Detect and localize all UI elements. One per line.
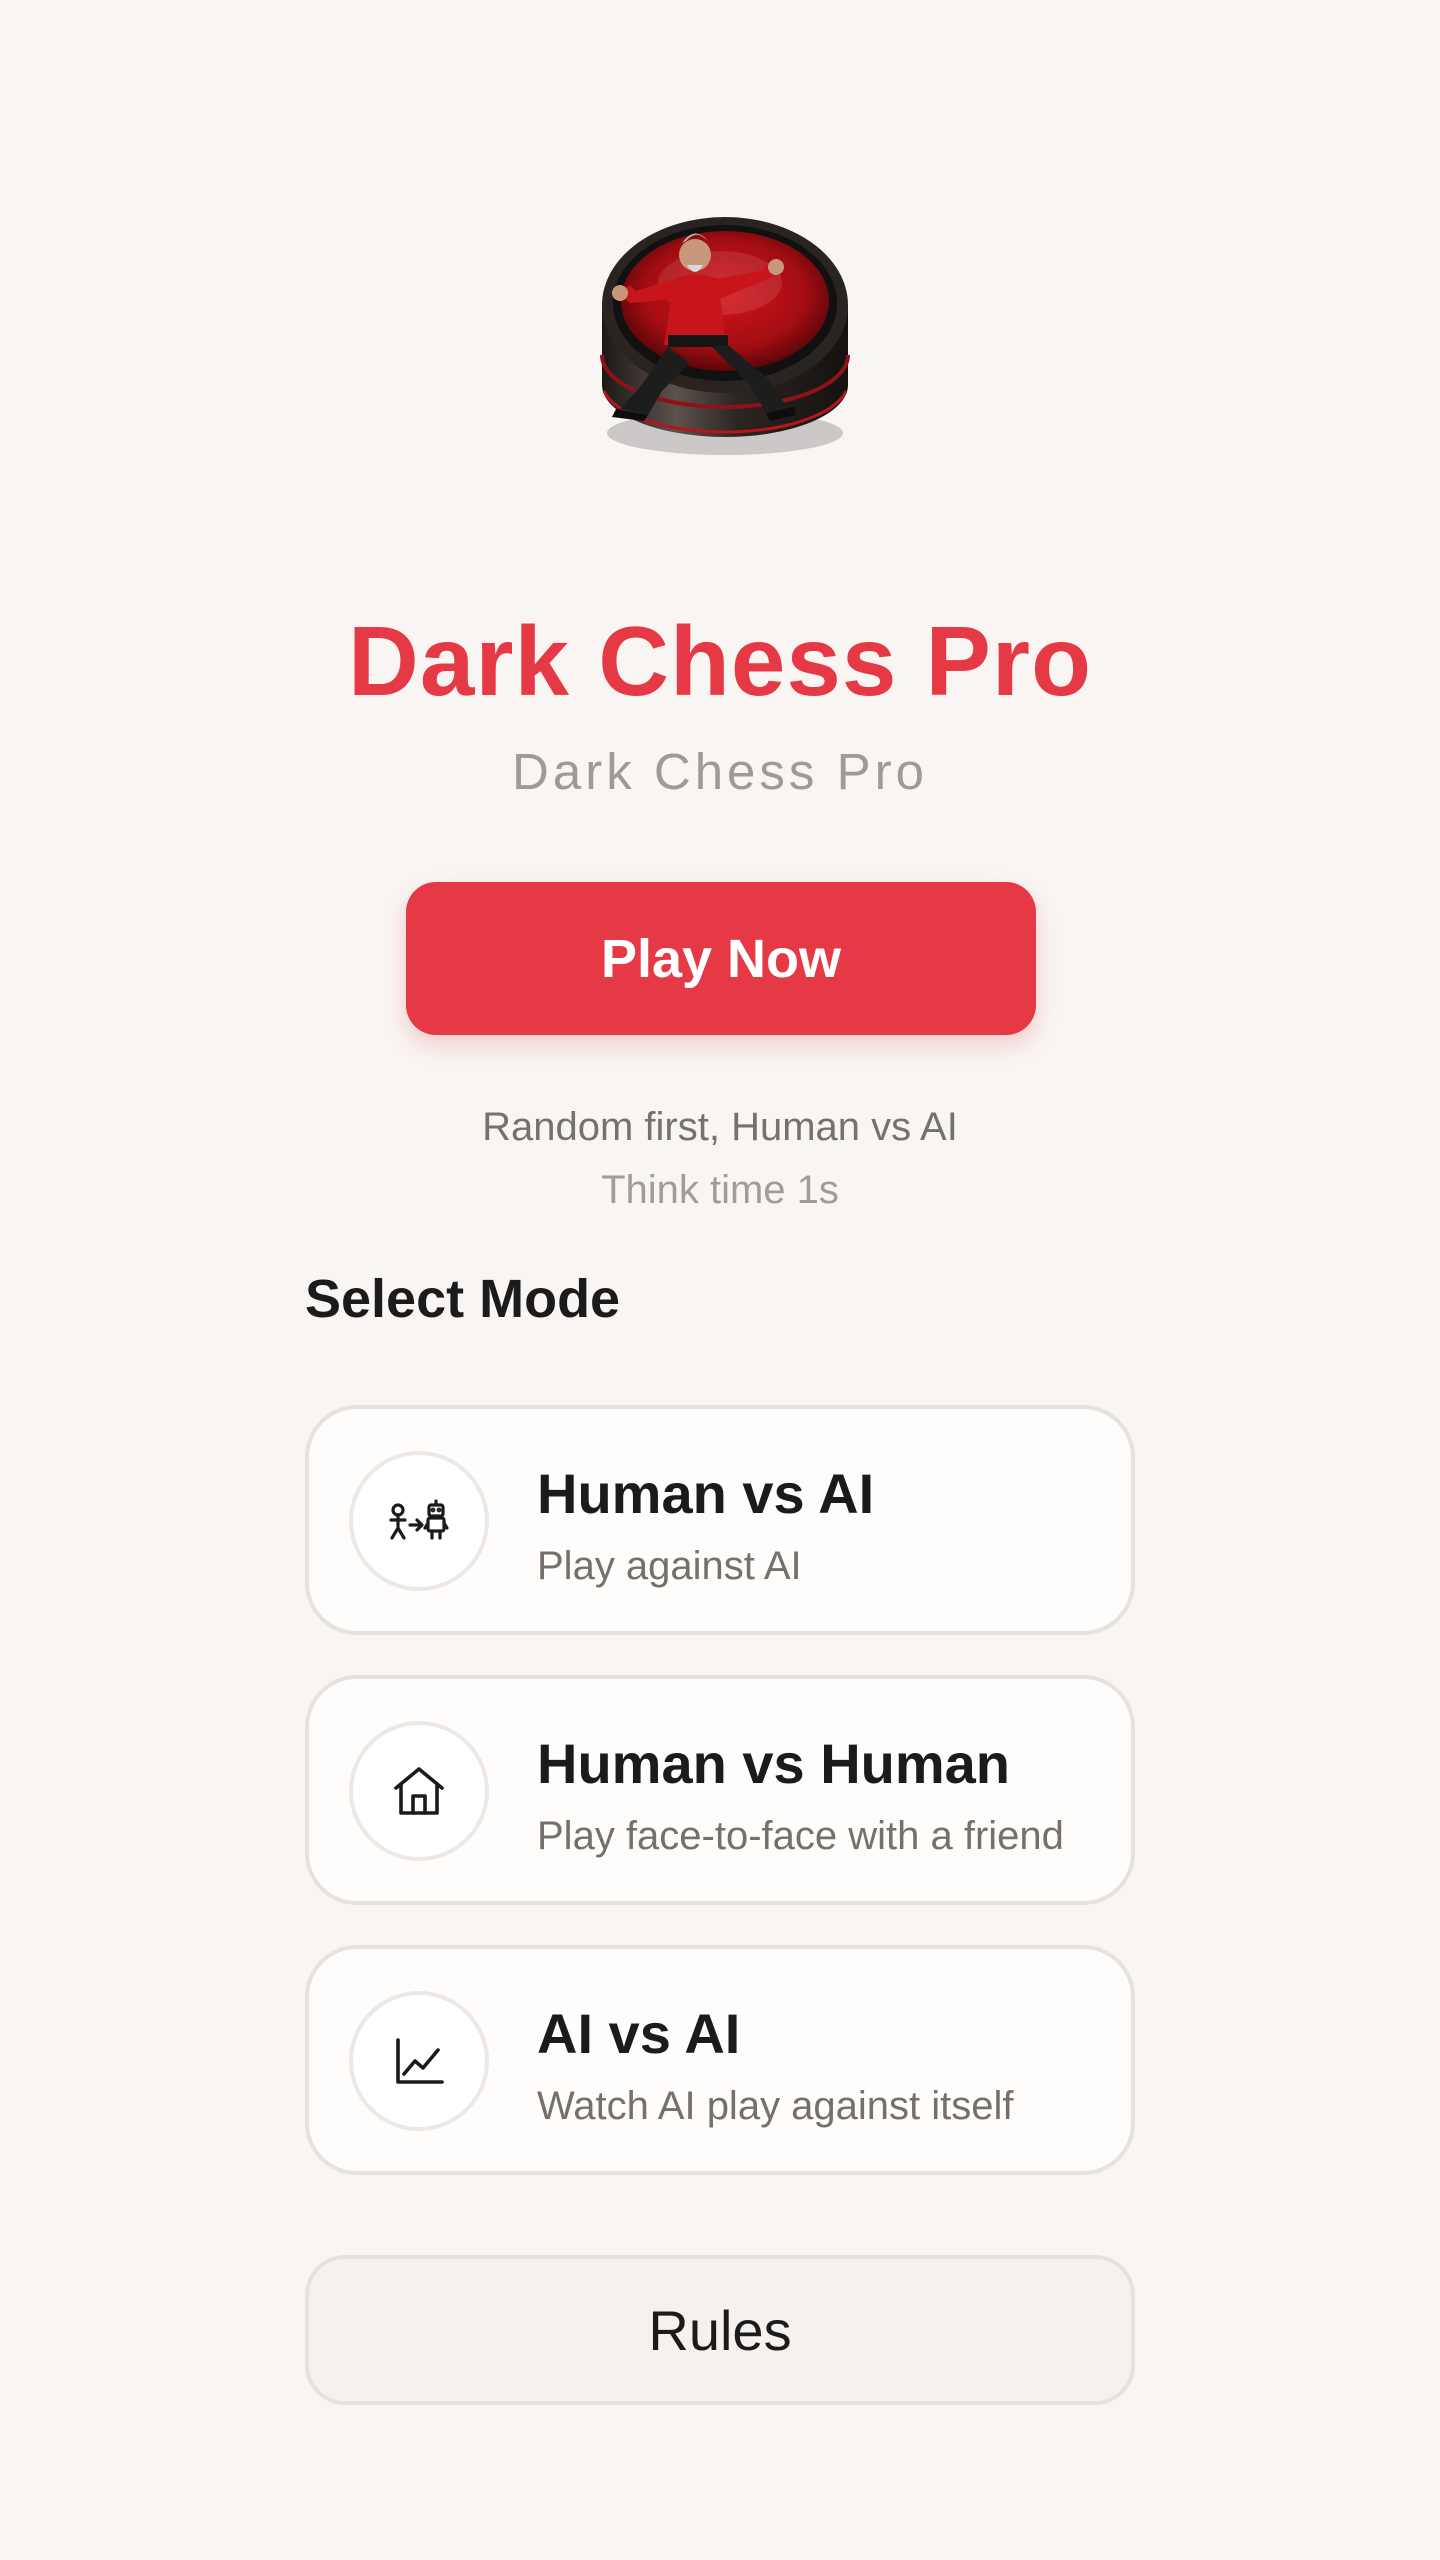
mode-title: Human vs AI	[537, 1462, 875, 1525]
human-vs-robot-icon	[349, 1451, 489, 1591]
mode-card-human-vs-ai[interactable]: Human vs AI Play against AI	[305, 1405, 1135, 1635]
select-mode-heading: Select Mode	[305, 1269, 621, 1329]
mode-description: Play against AI	[537, 1544, 802, 1588]
mode-card-human-vs-human[interactable]: Human vs Human Play face-to-face with a …	[305, 1675, 1135, 1905]
app-subtitle: Dark Chess Pro	[512, 743, 928, 800]
mode-card-ai-vs-ai[interactable]: AI vs AI Watch AI play against itself	[305, 1945, 1135, 2175]
app-title: Dark Chess Pro	[348, 606, 1092, 716]
mode-description: Play face-to-face with a friend	[537, 1814, 1064, 1858]
game-settings-summary: Random first, Human vs AI	[482, 1105, 958, 1149]
rules-button[interactable]: Rules	[305, 2255, 1135, 2405]
play-now-button[interactable]: Play Now	[406, 882, 1036, 1035]
chart-line-icon	[349, 1991, 489, 2131]
mode-description: Watch AI play against itself	[537, 2084, 1014, 2128]
mode-title: AI vs AI	[537, 2002, 741, 2065]
app-logo	[590, 195, 860, 465]
think-time-text: Think time 1s	[601, 1168, 839, 1212]
house-icon	[349, 1721, 489, 1861]
mode-title: Human vs Human	[537, 1732, 1010, 1795]
home-screen: Dark Chess Pro Dark Chess Pro Play Now R…	[0, 0, 1440, 2560]
